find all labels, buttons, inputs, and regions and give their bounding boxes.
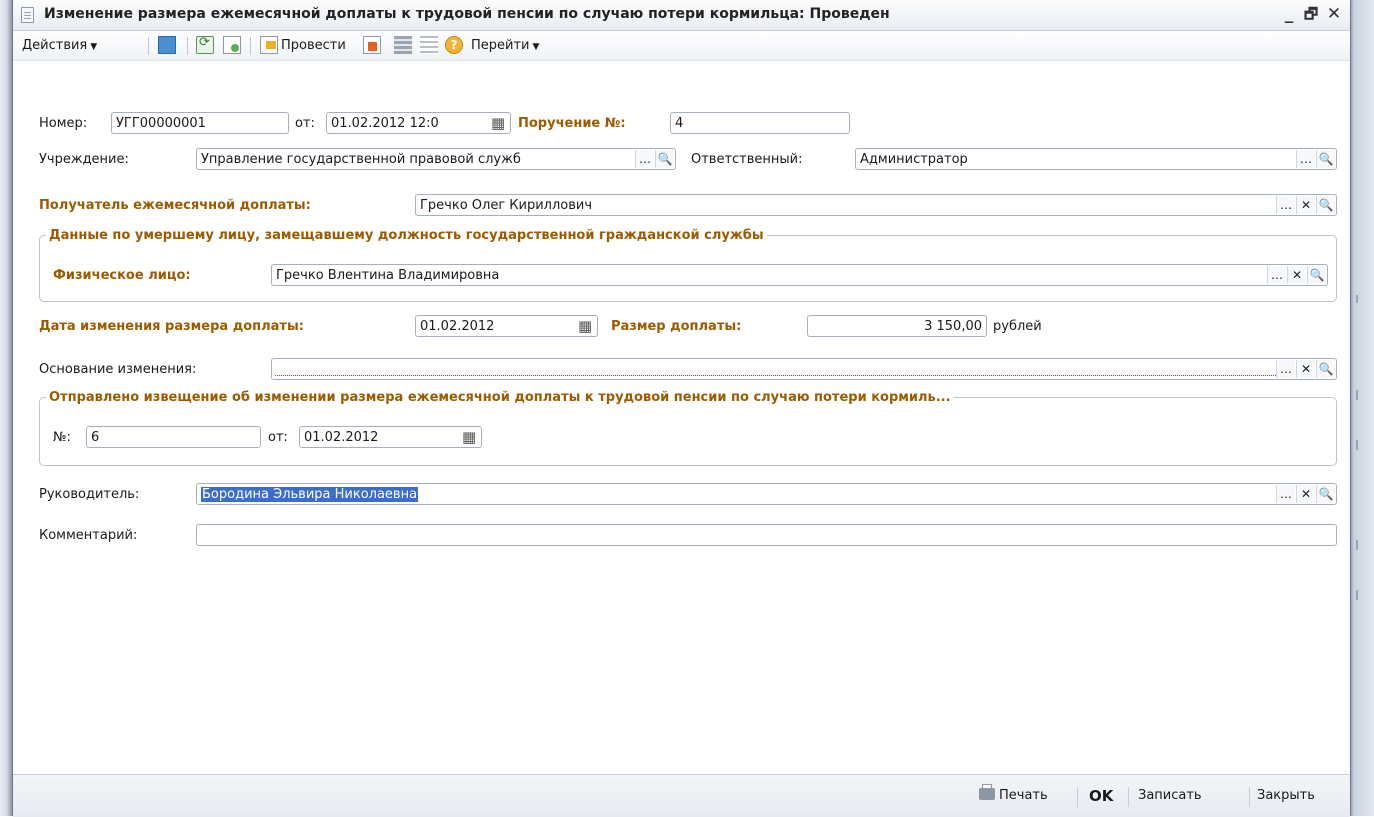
- number-label: Номер:: [39, 116, 88, 131]
- select-ellipsis-icon[interactable]: …: [1276, 485, 1295, 503]
- order-label: Поручение №:: [518, 116, 626, 131]
- clear-icon[interactable]: ✕: [1287, 266, 1306, 284]
- clear-icon[interactable]: ✕: [1296, 485, 1315, 503]
- post-and-close-icon[interactable]: [158, 36, 176, 54]
- notice-from-label: от:: [268, 430, 288, 445]
- amount-field[interactable]: 3 150,00: [807, 315, 987, 337]
- select-ellipsis-icon[interactable]: …: [1296, 150, 1315, 168]
- person-label: Физическое лицо:: [53, 268, 191, 283]
- select-ellipsis-icon[interactable]: …: [635, 150, 654, 168]
- responsible-field[interactable]: Администратор … 🔍: [855, 148, 1337, 170]
- refresh-icon[interactable]: [196, 35, 214, 54]
- search-icon[interactable]: 🔍: [1316, 485, 1335, 503]
- change-date-label: Дата изменения размера доплаты:: [39, 319, 304, 334]
- select-ellipsis-icon[interactable]: …: [1267, 266, 1286, 284]
- search-icon[interactable]: 🔍: [1316, 150, 1335, 168]
- toolbar: Действия▼ Провести ? Перейти▼: [13, 31, 1350, 61]
- chevron-down-icon: ▼: [532, 42, 540, 52]
- deceased-group-legend: Данные по умершему лицу, замещавшему дол…: [49, 228, 764, 243]
- select-ellipsis-icon[interactable]: …: [1276, 196, 1295, 214]
- number-field[interactable]: УГГ00000001: [111, 112, 289, 134]
- date-field[interactable]: 01.02.2012 12:0: [326, 112, 511, 134]
- institution-label: Учреждение:: [39, 152, 129, 167]
- institution-field[interactable]: Управление государственной правовой служ…: [196, 148, 676, 170]
- document-window: Изменение размера ежемесячной доплаты к …: [12, 0, 1351, 817]
- print-label: Печать: [999, 788, 1048, 803]
- reason-label: Основание изменения:: [39, 362, 197, 377]
- goto-label: Перейти: [471, 38, 530, 53]
- reason-field[interactable]: … ✕ 🔍: [271, 358, 1337, 380]
- movements-icon[interactable]: [363, 36, 381, 54]
- calendar-icon[interactable]: [491, 115, 507, 131]
- person-field[interactable]: Гречко Влентина Владимировна … ✕ 🔍: [271, 264, 1328, 286]
- footer-bar: Печать OK Записать Закрыть: [13, 774, 1350, 817]
- actions-label: Действия: [22, 38, 88, 53]
- window-frame-right: [1349, 0, 1374, 816]
- search-icon[interactable]: 🔍: [655, 150, 674, 168]
- help-icon[interactable]: ?: [445, 36, 463, 54]
- minimize-button[interactable]: _: [1277, 3, 1301, 25]
- order-field[interactable]: 4: [670, 112, 850, 134]
- document-icon: [21, 7, 34, 23]
- head-label: Руководитель:: [39, 487, 140, 502]
- calendar-icon[interactable]: [578, 318, 594, 334]
- comment-field[interactable]: [196, 524, 1337, 546]
- chevron-down-icon: ▼: [90, 42, 98, 52]
- close-window-button[interactable]: ✕: [1322, 3, 1346, 25]
- search-icon[interactable]: 🔍: [1307, 266, 1326, 284]
- window-title: Изменение размера ежемесячной доплаты к …: [44, 6, 890, 22]
- notice-group-legend: Отправлено извещение об изменении размер…: [49, 390, 951, 405]
- from-label: от:: [295, 116, 315, 131]
- head-value: Бородина Эльвира Николаевна: [201, 487, 419, 502]
- head-field[interactable]: Бородина Эльвира Николаевна … ✕ 🔍: [196, 483, 1337, 505]
- notice-number-field[interactable]: 6: [86, 426, 261, 448]
- calendar-icon[interactable]: [462, 429, 478, 445]
- clear-icon[interactable]: ✕: [1296, 196, 1315, 214]
- print-button[interactable]: Печать: [979, 784, 1048, 807]
- search-icon[interactable]: 🔍: [1316, 360, 1335, 378]
- recipient-field[interactable]: Гречко Олег Кириллович … ✕ 🔍: [415, 194, 1337, 216]
- close-button[interactable]: Закрыть: [1257, 785, 1315, 807]
- notice-date-field[interactable]: 01.02.2012: [299, 426, 482, 448]
- ok-button[interactable]: OK: [1089, 785, 1113, 807]
- actions-menu-button[interactable]: Действия ▼: [22, 35, 97, 56]
- save-button[interactable]: Записать: [1138, 785, 1202, 807]
- responsible-label: Ответственный:: [691, 152, 803, 167]
- search-icon[interactable]: 🔍: [1316, 196, 1335, 214]
- select-ellipsis-icon[interactable]: …: [1276, 360, 1295, 378]
- structure-icon[interactable]: [420, 36, 438, 54]
- copy-icon[interactable]: [223, 36, 241, 54]
- title-bar[interactable]: Изменение размера ежемесячной доплаты к …: [13, 0, 1350, 31]
- restore-button[interactable]: 🗗: [1299, 3, 1323, 25]
- clear-icon[interactable]: ✕: [1296, 360, 1315, 378]
- currency-label: рублей: [993, 319, 1042, 334]
- post-icon[interactable]: [260, 36, 278, 54]
- comment-label: Комментарий:: [39, 528, 138, 543]
- goto-menu-button[interactable]: Перейти ▼: [471, 35, 539, 56]
- notice-number-label: №:: [53, 430, 71, 445]
- list-icon[interactable]: [394, 36, 412, 54]
- change-date-field[interactable]: 01.02.2012: [415, 315, 598, 337]
- amount-label: Размер доплаты:: [611, 319, 742, 334]
- recipient-label: Получатель ежемесячной доплаты:: [39, 198, 311, 213]
- post-button[interactable]: Провести: [281, 35, 346, 56]
- printer-icon: [979, 784, 995, 800]
- window-frame-left: [0, 0, 12, 816]
